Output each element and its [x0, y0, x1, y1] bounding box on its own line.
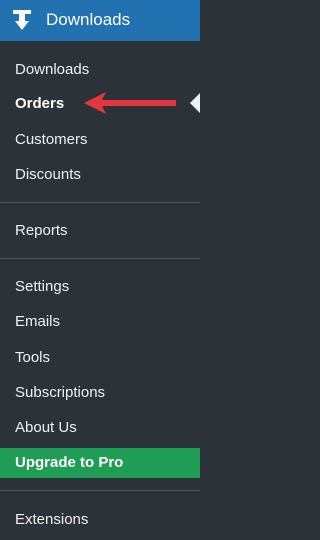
downloads-menu-header[interactable]: Downloads	[0, 0, 200, 41]
submenu-item-label: Discounts	[15, 166, 81, 183]
submenu-item-label: Settings	[15, 278, 70, 295]
submenu-item-label: Downloads	[15, 61, 90, 78]
red-pointer-arrow-icon	[84, 92, 176, 114]
submenu-item-about-us[interactable]: About Us	[0, 413, 200, 443]
submenu-item-discounts[interactable]: Discounts	[0, 160, 200, 190]
upgrade-to-pro-item[interactable]: Upgrade to Pro	[0, 448, 200, 478]
submenu-item-customers[interactable]: Customers	[0, 125, 200, 155]
download-arrow-icon	[12, 9, 32, 31]
menu-separator	[0, 202, 200, 203]
menu-title: Downloads	[46, 10, 131, 29]
submenu-item-extensions[interactable]: Extensions	[0, 505, 200, 535]
submenu-item-label: Reports	[15, 222, 68, 239]
submenu-item-downloads[interactable]: Downloads	[0, 55, 200, 85]
submenu-item-reports[interactable]: Reports	[0, 216, 200, 246]
current-page-notch-icon	[190, 93, 200, 113]
submenu-item-label: Customers	[15, 131, 88, 148]
submenu-item-label: About Us	[15, 419, 77, 436]
menu-separator	[0, 258, 200, 259]
submenu-item-emails[interactable]: Emails	[0, 307, 200, 337]
admin-menu-screenshot: Downloads Downloads Orders Customers Dis…	[0, 0, 200, 540]
submenu-item-label: Orders	[15, 95, 65, 112]
submenu-item-label: Tools	[15, 349, 51, 366]
submenu-item-label: Emails	[15, 313, 61, 330]
submenu-item-label: Subscriptions	[15, 384, 106, 401]
submenu-item-label: Extensions	[15, 511, 89, 528]
submenu-item-subscriptions[interactable]: Subscriptions	[0, 378, 200, 408]
submenu-item-tools[interactable]: Tools	[0, 343, 200, 373]
menu-separator	[0, 490, 200, 491]
upgrade-to-pro-label: Upgrade to Pro	[15, 454, 124, 471]
submenu-item-settings[interactable]: Settings	[0, 272, 200, 302]
